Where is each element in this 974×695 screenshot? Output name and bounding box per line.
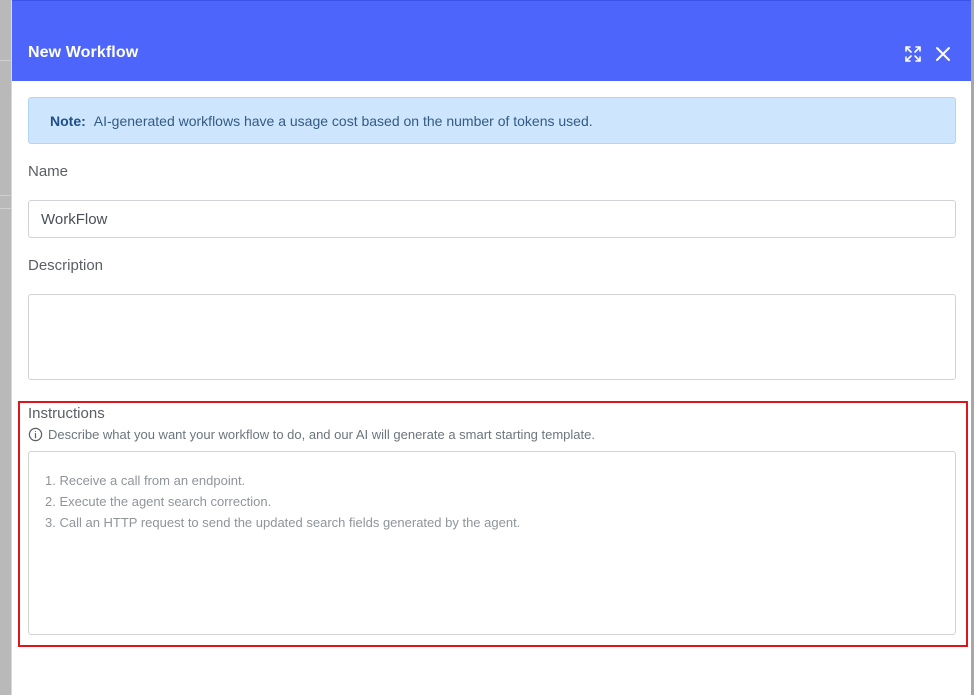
close-button[interactable] (932, 43, 954, 65)
name-input[interactable] (28, 200, 956, 238)
expand-button[interactable] (902, 43, 924, 65)
backdrop-divider (0, 60, 11, 61)
backdrop-divider (0, 195, 11, 196)
new-workflow-modal: New Workflow Note: AI-generated workflow… (11, 0, 972, 695)
instructions-label: Instructions (28, 405, 105, 422)
instructions-hint-text: Describe what you want your workflow to … (48, 427, 595, 442)
name-label: Name (28, 163, 69, 180)
modal-title: New Workflow (28, 44, 139, 61)
instructions-hint: Describe what you want your workflow to … (28, 427, 595, 442)
page-backdrop (0, 0, 11, 695)
modal-header: New Workflow (12, 0, 972, 81)
expand-arrows-icon (905, 46, 921, 62)
usage-note: Note: AI-generated workflows have a usag… (28, 97, 956, 144)
note-label: Note: (50, 112, 86, 129)
close-x-icon (936, 47, 950, 61)
backdrop-divider (0, 208, 11, 209)
description-label: Description (28, 257, 104, 274)
note-text: AI-generated workflows have a usage cost… (93, 112, 593, 129)
instructions-textarea[interactable] (28, 451, 956, 635)
description-textarea[interactable] (28, 294, 956, 380)
info-circle-icon (28, 427, 43, 442)
